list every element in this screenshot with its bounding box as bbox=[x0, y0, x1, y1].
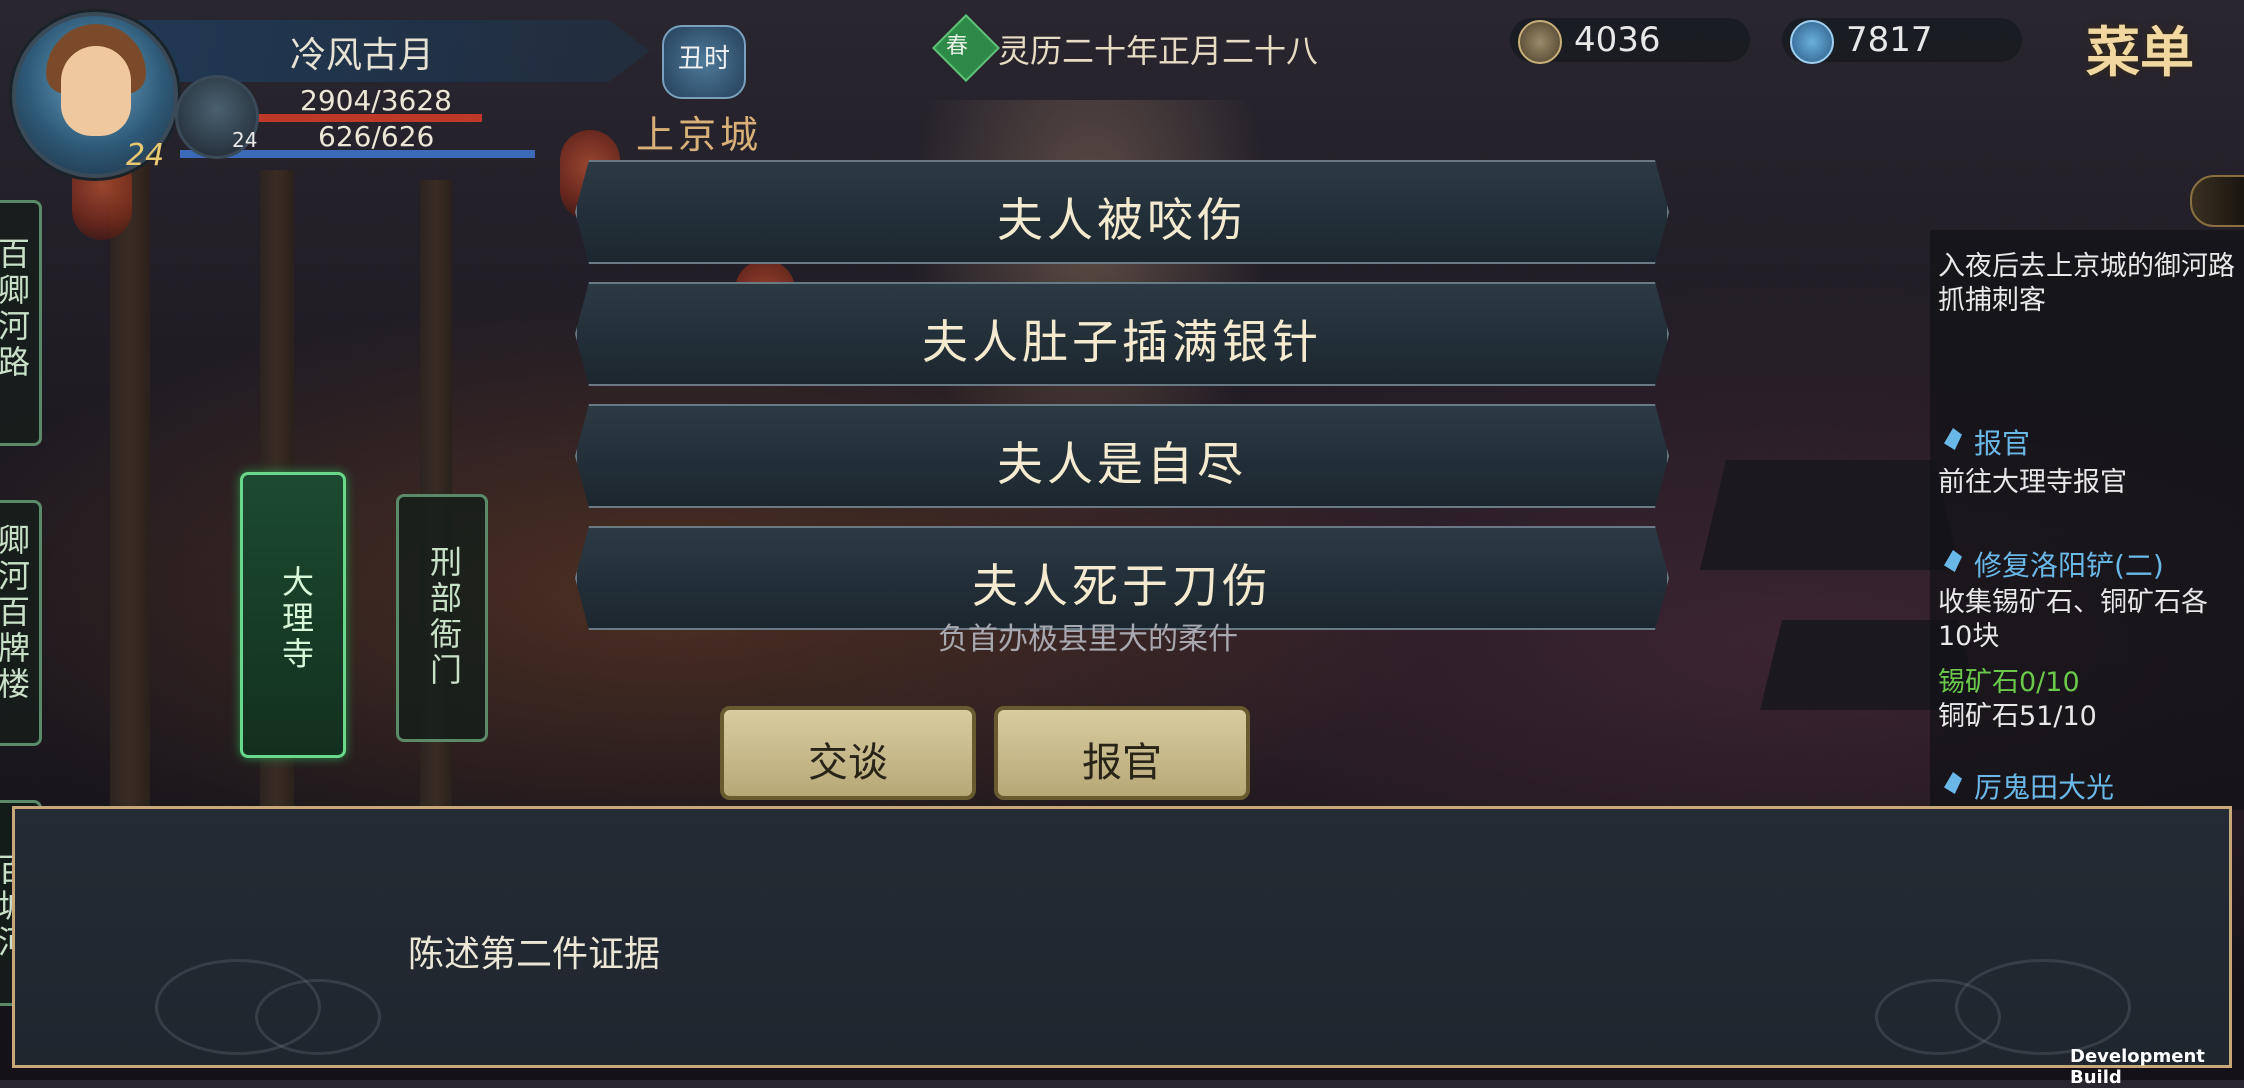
time-label: 丑时 bbox=[678, 44, 731, 74]
location-sign-label: 大理寺 bbox=[277, 565, 315, 673]
quest-icon bbox=[1944, 550, 1962, 572]
quest-title: 厉鬼田大光 bbox=[1974, 771, 2115, 804]
menu-label: 菜单 bbox=[2086, 20, 2194, 84]
player-name: 冷风古月 bbox=[290, 35, 435, 76]
location-sign-label: 刑部衙门 bbox=[425, 545, 463, 689]
talk-button[interactable]: 交谈 bbox=[720, 706, 976, 800]
choice-option-1[interactable]: 夫人被咬伤 bbox=[575, 160, 1669, 264]
location-sign-label: 卿河百牌楼 bbox=[0, 523, 31, 703]
player-hp-text: 2904/3628 bbox=[300, 84, 452, 117]
quest-title: 报官 bbox=[1974, 427, 2031, 460]
location-sign-dali[interactable]: 大理寺 bbox=[240, 472, 346, 758]
city-name: 上京城 bbox=[636, 113, 763, 157]
development-build-label: Development Build bbox=[2070, 1046, 2205, 1088]
report-button[interactable]: 报官 bbox=[994, 706, 1250, 800]
spirit-stone-icon bbox=[1790, 20, 1834, 64]
quest-desc: 收集锡矿石、铜矿石各10块 bbox=[1938, 587, 2208, 652]
quest-intro: 入夜后去上京城的御河路抓捕刺客 bbox=[1938, 251, 2235, 316]
quest-progress-copper: 铜矿石51/10 bbox=[1938, 701, 2097, 732]
background-roof bbox=[1700, 460, 1960, 570]
choice-option-3[interactable]: 夫人是自尽 bbox=[575, 404, 1669, 508]
quest-panel-toggle[interactable] bbox=[2190, 175, 2244, 227]
quest-desc: 前往大理寺报官 bbox=[1938, 467, 2127, 498]
talk-button-label: 交谈 bbox=[808, 740, 888, 786]
spirit-amount: 7817 bbox=[1846, 20, 1933, 60]
coin-amount: 4036 bbox=[1574, 20, 1661, 60]
cloud-ornament bbox=[1875, 979, 2001, 1055]
location-sign[interactable]: 百卿河路 bbox=[0, 200, 42, 446]
npc-description-partial: 负首办极县里大的柔什 bbox=[938, 622, 1238, 657]
cloud-ornament bbox=[255, 979, 381, 1055]
dialog-text: 陈述第二件证据 bbox=[408, 934, 661, 975]
quest-panel: 入夜后去上京城的御河路抓捕刺客 报官 前往大理寺报官 修复洛阳铲(二) 收集锡矿… bbox=[1930, 230, 2244, 810]
location-sign-xingbu[interactable]: 刑部衙门 bbox=[396, 494, 488, 742]
player-mp-text: 626/626 bbox=[318, 120, 435, 153]
dialog-box[interactable] bbox=[12, 806, 2232, 1068]
quest-icon bbox=[1944, 772, 1962, 794]
season-label: 春 bbox=[946, 34, 969, 59]
choice-label: 夫人被咬伤 bbox=[997, 193, 1247, 247]
choice-label: 夫人死于刀伤 bbox=[972, 559, 1272, 613]
coin-icon bbox=[1518, 20, 1562, 64]
choice-label: 夫人肚子插满银针 bbox=[922, 315, 1322, 369]
choice-label: 夫人是自尽 bbox=[997, 437, 1247, 491]
location-sign-label: 百卿河路 bbox=[0, 237, 31, 381]
quest-icon bbox=[1944, 428, 1962, 450]
choice-option-2[interactable]: 夫人肚子插满银针 bbox=[575, 282, 1669, 386]
avatar-face bbox=[61, 46, 131, 136]
location-sign[interactable]: 卿河百牌楼 bbox=[0, 500, 42, 746]
calendar-date: 灵历二十年正月二十八 bbox=[998, 32, 1319, 70]
companion-level: 24 bbox=[232, 128, 258, 152]
report-button-label: 报官 bbox=[1082, 740, 1162, 786]
quest-title: 修复洛阳铲(二) bbox=[1974, 549, 2164, 582]
player-level: 24 bbox=[126, 138, 165, 173]
quest-progress-tin: 锡矿石0/10 bbox=[1938, 667, 2080, 698]
background-pillar bbox=[110, 150, 150, 850]
